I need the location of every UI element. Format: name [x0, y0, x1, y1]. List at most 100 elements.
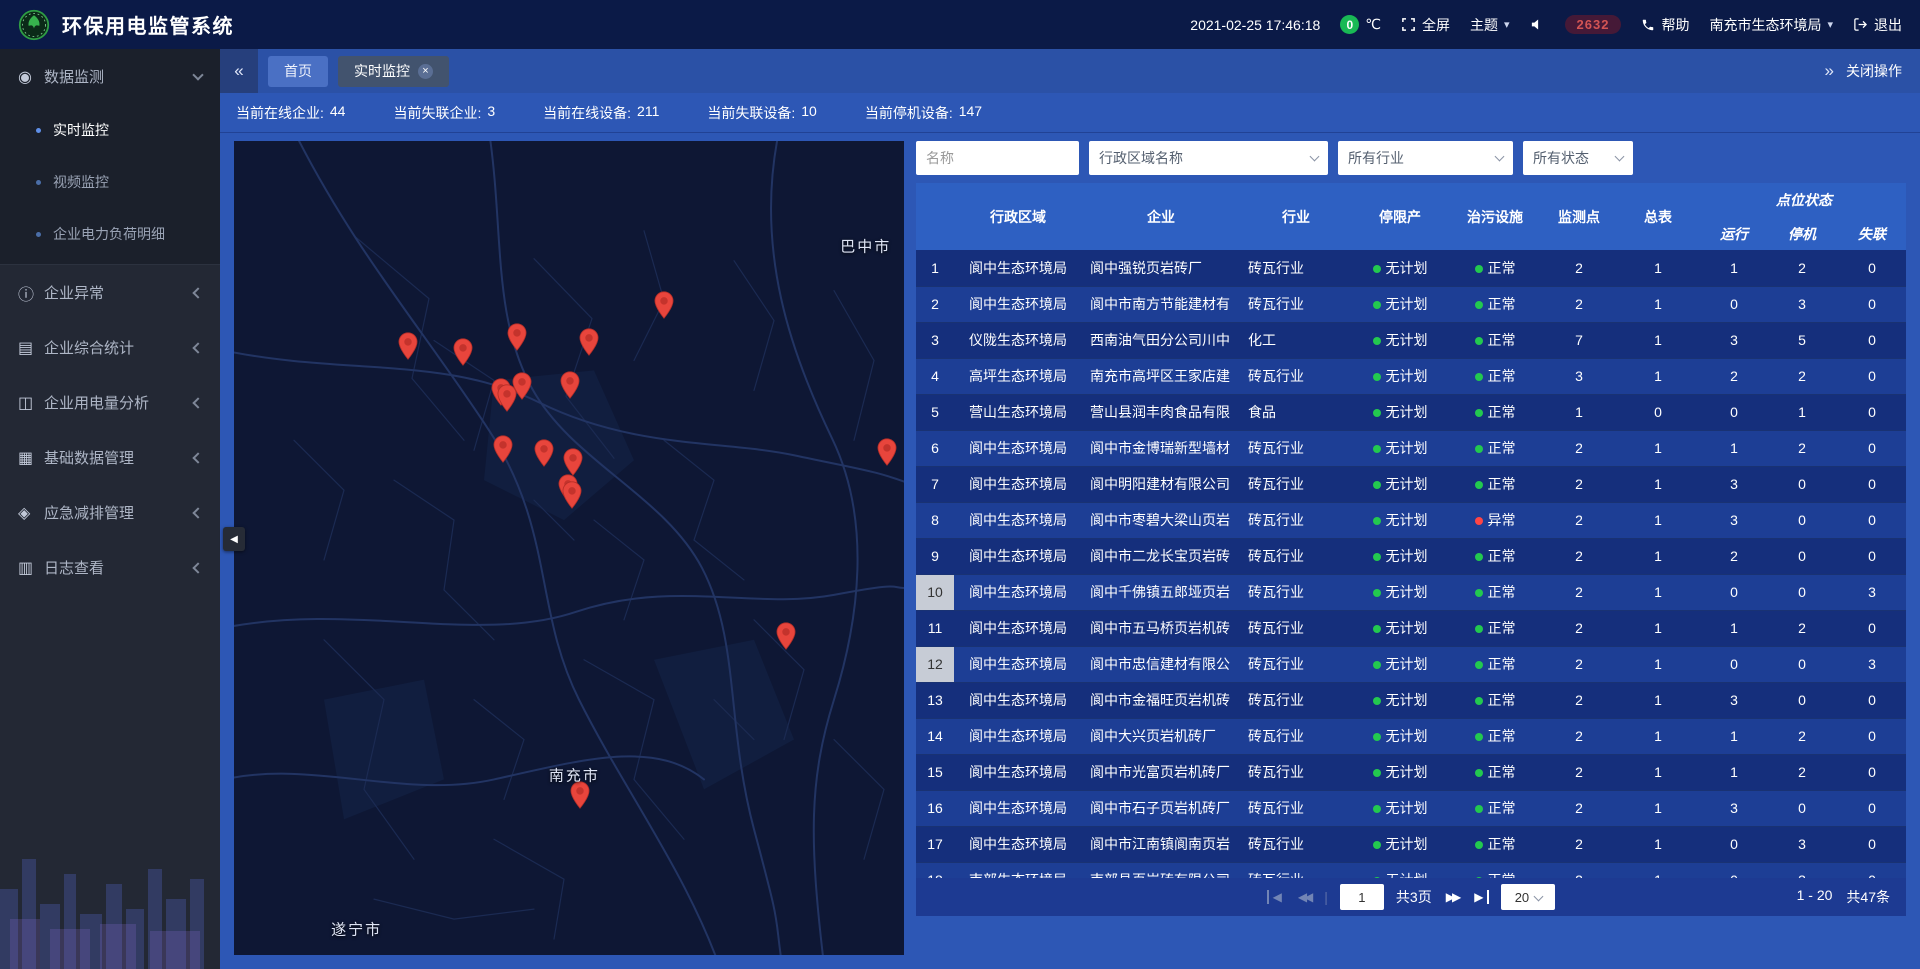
cell-run: 3 [1700, 502, 1768, 538]
cell-limit-status: 无计划 [1352, 790, 1448, 826]
cell-company: 阆中市金福旺页岩机砖 [1082, 682, 1240, 718]
map-pin[interactable] [453, 338, 473, 366]
cell-facility-status: 正常 [1448, 538, 1542, 574]
sidebar-item-log-view[interactable]: ▥日志查看 [0, 540, 220, 595]
map-pin[interactable] [654, 291, 674, 319]
stat-value: 10 [801, 103, 817, 123]
region-filter-select[interactable]: 行政区域名称 [1089, 141, 1328, 175]
cell-facility-status: 异常 [1448, 502, 1542, 538]
alarm-count-badge[interactable]: 2632 [1565, 15, 1622, 34]
map-pin[interactable] [562, 481, 582, 509]
table-row[interactable]: 3仪陇生态环境局西南油气田分公司川中化工无计划正常71350 [916, 322, 1906, 358]
tab-realtime-monitoring[interactable]: 实时监控 × [338, 56, 449, 87]
cell-meters: 1 [1616, 286, 1700, 322]
cell-lost: 0 [1836, 502, 1906, 538]
stat-value: 44 [330, 103, 346, 123]
sidebar-collapse-button[interactable]: ◀ [223, 527, 245, 551]
status-filter-select[interactable]: 所有状态 [1523, 141, 1633, 175]
sidebar-subitem-realtime-monitoring[interactable]: 实时监控 [0, 104, 220, 156]
table-row[interactable]: 13阆中生态环境局阆中市金福旺页岩机砖砖瓦行业无计划正常21300 [916, 682, 1906, 718]
table-row[interactable]: 2阆中生态环境局阆中市南方节能建材有砖瓦行业无计划正常21030 [916, 286, 1906, 322]
sidebar-item-emergency-reduction[interactable]: ◈应急减排管理 [0, 485, 220, 540]
cell-limit-status: 无计划 [1352, 538, 1448, 574]
tabs-scroll-left-button[interactable]: « [220, 49, 258, 93]
sidebar-subitem-video-monitoring[interactable]: 视频监控 [0, 156, 220, 208]
sidebar-item-enterprise-statistics[interactable]: ▤企业综合统计 [0, 320, 220, 375]
prev-page-button[interactable]: ◀◀ [1296, 890, 1312, 904]
stats-bar: 当前在线企业:44当前失联企业:3当前在线设备:211当前失联设备:10当前停机… [220, 93, 1920, 133]
first-page-button[interactable]: ◀ [1267, 890, 1284, 904]
cell-industry: 砖瓦行业 [1240, 646, 1352, 682]
table-row[interactable]: 15阆中生态环境局阆中市光富页岩机砖厂砖瓦行业无计划正常21120 [916, 754, 1906, 790]
table-row[interactable]: 12阆中生态环境局阆中市忠信建材有限公砖瓦行业无计划正常21003 [916, 646, 1906, 682]
table-row[interactable]: 8阆中生态环境局阆中市枣碧大梁山页岩砖瓦行业无计划异常21300 [916, 502, 1906, 538]
close-operations-button[interactable]: 关闭操作 [1846, 61, 1902, 81]
table-row[interactable]: 16阆中生态环境局阆中市石子页岩机砖厂砖瓦行业无计划正常21300 [916, 790, 1906, 826]
table-row[interactable]: 1阆中生态环境局阆中强锐页岩砖厂砖瓦行业无计划正常21120 [916, 250, 1906, 286]
table-row[interactable]: 9阆中生态环境局阆中市二龙长宝页岩砖砖瓦行业无计划正常21200 [916, 538, 1906, 574]
logout-button[interactable]: 退出 [1853, 15, 1902, 35]
sidebar-group-enterprise-statistics: ▤企业综合统计 [0, 320, 220, 375]
sidebar-item-base-data[interactable]: ▦基础数据管理 [0, 430, 220, 485]
temperature-badge: 0 [1340, 15, 1359, 34]
table-row[interactable]: 11阆中生态环境局阆中市五马桥页岩机砖砖瓦行业无计划正常21120 [916, 610, 1906, 646]
map-pin[interactable] [776, 622, 796, 650]
page-size-select[interactable]: 20 [1501, 884, 1555, 910]
cell-points: 2 [1542, 682, 1616, 718]
table-row[interactable]: 10阆中生态环境局阆中千佛镇五郎垭页岩砖瓦行业无计划正常21003 [916, 574, 1906, 610]
column-header-index [916, 183, 954, 250]
map-pin[interactable] [579, 328, 599, 356]
cell-lost: 0 [1836, 322, 1906, 358]
cell-industry: 砖瓦行业 [1240, 286, 1352, 322]
map-pin[interactable] [497, 384, 517, 412]
cell-company: 阆中明阳建材有限公司 [1082, 466, 1240, 502]
industry-filter-select[interactable]: 所有行业 [1338, 141, 1513, 175]
cell-region: 南部生态环境局 [954, 862, 1082, 878]
tabs-scroll-right-button[interactable]: » [1825, 61, 1834, 81]
map-pin[interactable] [507, 323, 527, 351]
cell-region: 阆中生态环境局 [954, 826, 1082, 862]
sound-button[interactable] [1530, 17, 1545, 32]
sidebar-subitem-power-load-detail[interactable]: 企业电力负荷明细 [0, 208, 220, 260]
sidebar-item-enterprise-abnormal[interactable]: ⓘ企业异常 [0, 265, 220, 320]
cell-points: 2 [1542, 466, 1616, 502]
cell-stop: 2 [1768, 718, 1836, 754]
tab-home[interactable]: 首页 [268, 56, 328, 87]
close-tab-icon[interactable]: × [418, 64, 433, 79]
sidebar-submenu: 实时监控视频监控企业电力负荷明细 [0, 104, 220, 264]
map-pin[interactable] [877, 438, 897, 466]
table-row[interactable]: 6阆中生态环境局阆中市金博瑞新型墙材砖瓦行业无计划正常21120 [916, 430, 1906, 466]
map-pin[interactable] [398, 332, 418, 360]
map-pin[interactable] [560, 371, 580, 399]
cell-run: 3 [1700, 682, 1768, 718]
name-filter-input[interactable] [916, 141, 1079, 175]
cell-limit-status: 无计划 [1352, 610, 1448, 646]
table-row[interactable]: 5营山生态环境局营山县润丰肉食品有限食品无计划正常10010 [916, 394, 1906, 430]
chevron-left-icon [192, 342, 203, 353]
map-pin[interactable] [563, 448, 583, 476]
table-row[interactable]: 4高坪生态环境局南充市高坪区王家店建砖瓦行业无计划正常31220 [916, 358, 1906, 394]
map-pin[interactable] [534, 439, 554, 467]
help-button[interactable]: 帮助 [1641, 15, 1689, 35]
table-row[interactable]: 18南部生态环境局南部县页岩砖有限公司砖瓦行业无计划正常21030 [916, 862, 1906, 878]
table-row[interactable]: 17阆中生态环境局阆中市江南镇阆南页岩砖瓦行业无计划正常21030 [916, 826, 1906, 862]
cell-facility-status: 正常 [1448, 862, 1542, 878]
table-row[interactable]: 7阆中生态环境局阆中明阳建材有限公司砖瓦行业无计划正常21300 [916, 466, 1906, 502]
cell-lost: 0 [1836, 286, 1906, 322]
org-dropdown[interactable]: 南充市生态环境局 ▾ [1709, 15, 1833, 35]
map-canvas[interactable]: 巴中市南充市遂宁市 [234, 141, 904, 955]
next-page-button[interactable]: ▶▶ [1444, 890, 1460, 904]
fullscreen-button[interactable]: 全屏 [1401, 15, 1450, 35]
row-number: 3 [916, 322, 954, 358]
cell-facility-status: 正常 [1448, 610, 1542, 646]
sidebar-item-data-monitoring[interactable]: ◉数据监测 [0, 49, 220, 104]
map-pin[interactable] [493, 435, 513, 463]
cell-region: 阆中生态环境局 [954, 574, 1082, 610]
status-dot [1475, 589, 1483, 597]
sidebar-item-power-analysis[interactable]: ◫企业用电量分析 [0, 375, 220, 430]
theme-dropdown[interactable]: 主题 ▾ [1470, 15, 1510, 35]
table-row[interactable]: 14阆中生态环境局阆中大兴页岩机砖厂砖瓦行业无计划正常21120 [916, 718, 1906, 754]
last-page-button[interactable]: ▶ [1472, 890, 1489, 904]
cell-limit-status: 无计划 [1352, 682, 1448, 718]
page-number-input[interactable]: 1 [1340, 884, 1384, 910]
